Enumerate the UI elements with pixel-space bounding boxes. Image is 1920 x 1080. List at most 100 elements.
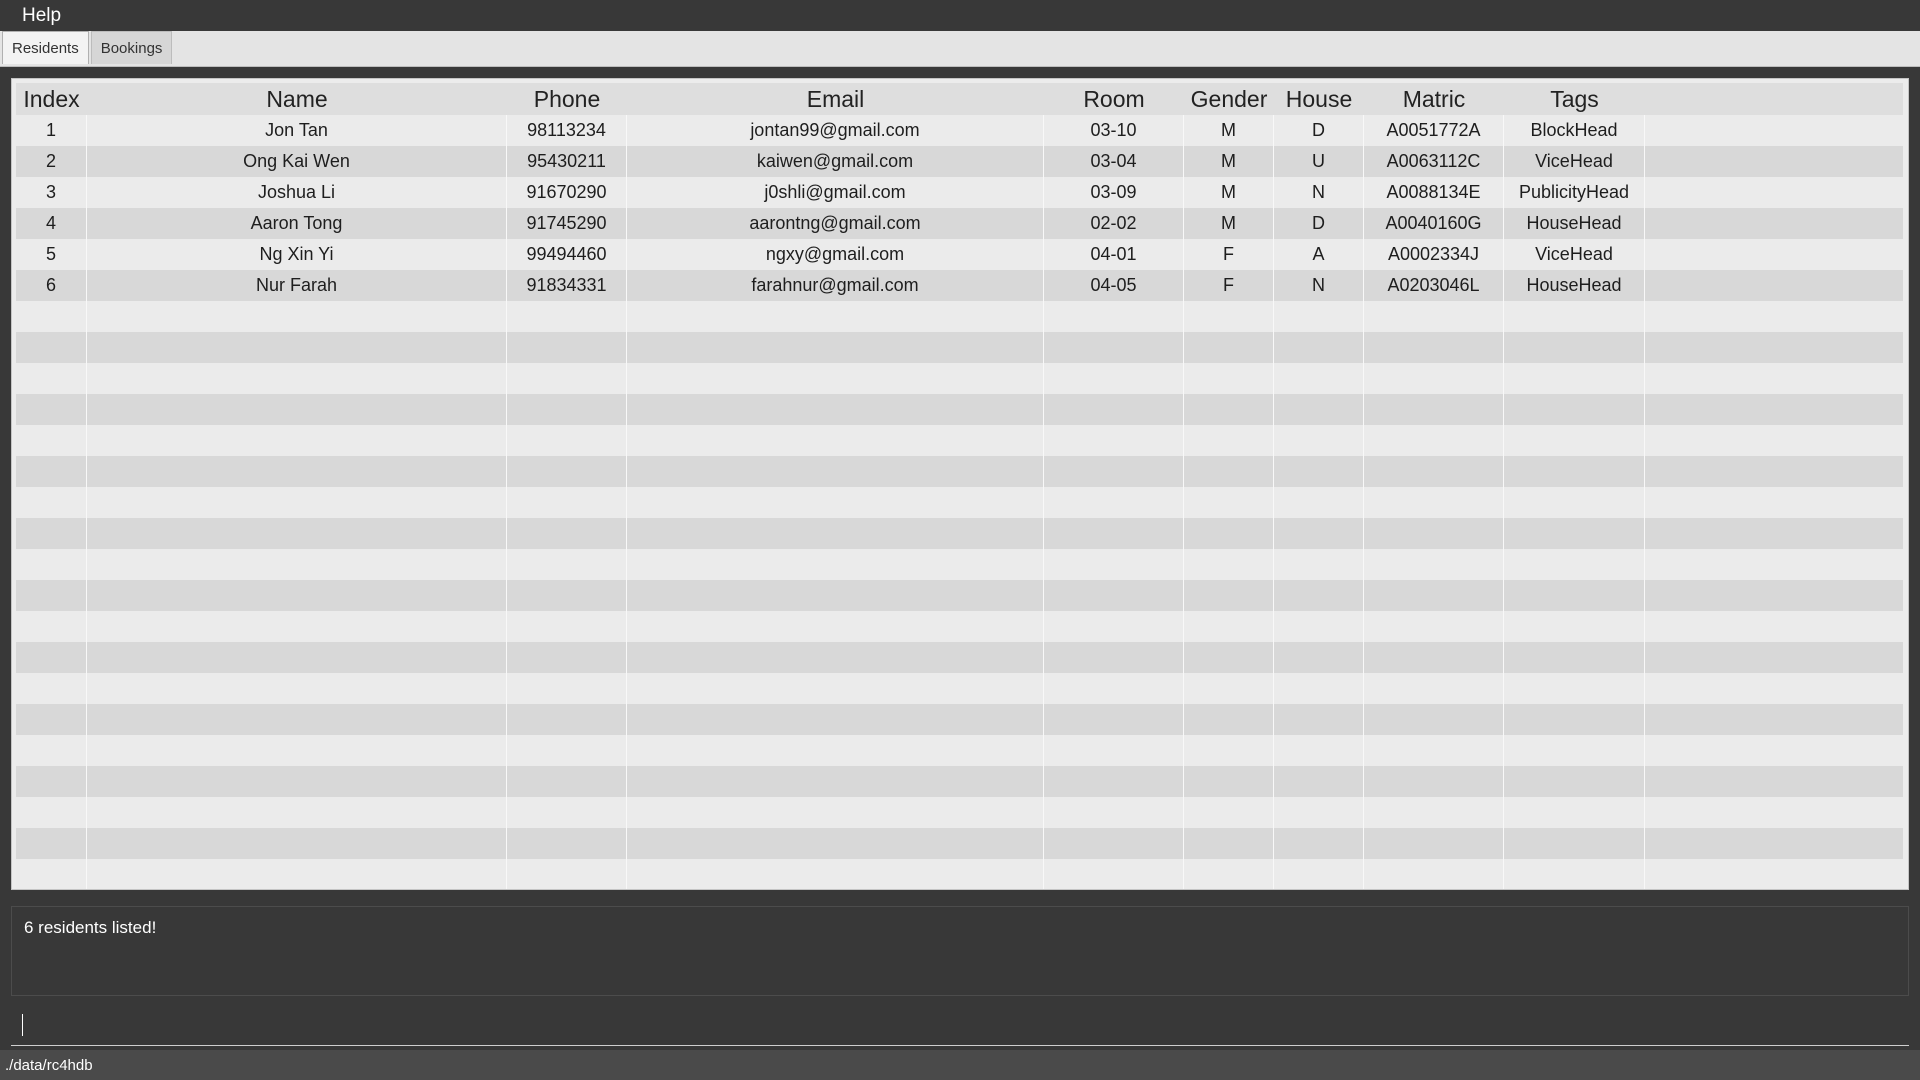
column-header-house[interactable]: House [1274, 83, 1364, 115]
empty-table-row [16, 363, 1903, 394]
cell-gender [1184, 859, 1274, 889]
table-row[interactable]: 5 Ng Xin Yi 99494460 ngxy@gmail.com 04-01 F A A… [16, 239, 1903, 270]
cell-phone [507, 549, 627, 580]
cell-house [1274, 673, 1364, 704]
cell-room [1044, 859, 1184, 889]
cell-gender [1184, 828, 1274, 859]
tab-residents[interactable]: Residents [2, 31, 89, 64]
column-header-room[interactable]: Room [1044, 83, 1184, 115]
cell-filler [1645, 766, 1903, 797]
cell-name [87, 735, 507, 766]
column-header-gender[interactable]: Gender [1184, 83, 1274, 115]
cell-email [627, 642, 1044, 673]
cell-matric [1364, 828, 1504, 859]
cell-gender [1184, 456, 1274, 487]
cell-tags: BlockHead [1504, 115, 1645, 146]
cell-index [16, 859, 87, 889]
table-row[interactable]: 2 Ong Kai Wen 95430211 kaiwen@gmail.com 03-0… [16, 146, 1903, 177]
cell-email: aarontng@gmail.com [627, 208, 1044, 239]
text-caret [22, 1014, 23, 1036]
table-row[interactable]: 4 Aaron Tong 91745290 aarontng@gmail.com 02-… [16, 208, 1903, 239]
empty-table-row [16, 549, 1903, 580]
cell-tags [1504, 673, 1645, 704]
cell-phone: 95430211 [507, 146, 627, 177]
cell-tags [1504, 611, 1645, 642]
command-input[interactable] [11, 1006, 1909, 1044]
column-header-name[interactable]: Name [87, 83, 507, 115]
cell-phone [507, 828, 627, 859]
cell-tags [1504, 580, 1645, 611]
cell-index [16, 797, 87, 828]
cell-filler [1645, 177, 1903, 208]
cell-name: Aaron Tong [87, 208, 507, 239]
cell-matric [1364, 735, 1504, 766]
cell-house [1274, 642, 1364, 673]
cell-email [627, 580, 1044, 611]
column-header-tags[interactable]: Tags [1504, 83, 1645, 115]
cell-email [627, 766, 1044, 797]
cell-phone [507, 332, 627, 363]
cell-email [627, 487, 1044, 518]
cell-matric [1364, 673, 1504, 704]
tab-bookings[interactable]: Bookings [90, 31, 173, 64]
cell-gender: M [1184, 146, 1274, 177]
empty-table-row [16, 580, 1903, 611]
column-header-phone[interactable]: Phone [507, 83, 627, 115]
data-file-path: ./data/rc4hdb [5, 1056, 93, 1074]
cell-filler [1645, 425, 1903, 456]
cell-matric [1364, 487, 1504, 518]
cell-tags [1504, 456, 1645, 487]
cell-tags [1504, 797, 1645, 828]
column-header-email[interactable]: Email [627, 83, 1044, 115]
cell-index [16, 704, 87, 735]
cell-email: jontan99@gmail.com [627, 115, 1044, 146]
cell-phone [507, 704, 627, 735]
empty-table-row [16, 518, 1903, 549]
cell-gender [1184, 363, 1274, 394]
cell-phone [507, 301, 627, 332]
cell-index [16, 518, 87, 549]
cell-email: ngxy@gmail.com [627, 239, 1044, 270]
cell-gender [1184, 580, 1274, 611]
cell-house: A [1274, 239, 1364, 270]
empty-table-row [16, 859, 1903, 889]
empty-table-row [16, 456, 1903, 487]
cell-room: 04-05 [1044, 270, 1184, 301]
cell-index [16, 735, 87, 766]
cell-name: Jon Tan [87, 115, 507, 146]
cell-email [627, 673, 1044, 704]
cell-email [627, 456, 1044, 487]
table-row[interactable]: 3 Joshua Li 91670290 j0shli@gmail.com 03-09 M… [16, 177, 1903, 208]
cell-name [87, 642, 507, 673]
cell-index [16, 332, 87, 363]
cell-tags [1504, 704, 1645, 735]
empty-table-row [16, 301, 1903, 332]
cell-tags [1504, 394, 1645, 425]
table-row[interactable]: 6 Nur Farah 91834331 farahnur@gmail.com 04-0… [16, 270, 1903, 301]
cell-tags: HouseHead [1504, 208, 1645, 239]
cell-house [1274, 518, 1364, 549]
cell-room [1044, 797, 1184, 828]
column-header-index[interactable]: Index [16, 83, 87, 115]
table-row[interactable]: 1 Jon Tan 98113234 jontan99@gmail.com 03-10 M… [16, 115, 1903, 146]
cell-index: 4 [16, 208, 87, 239]
cell-matric: A0002334J [1364, 239, 1504, 270]
cell-house [1274, 425, 1364, 456]
cell-filler [1645, 487, 1903, 518]
cell-house [1274, 456, 1364, 487]
cell-matric [1364, 332, 1504, 363]
cell-gender [1184, 797, 1274, 828]
cell-filler [1645, 456, 1903, 487]
cell-email: j0shli@gmail.com [627, 177, 1044, 208]
cell-name: Nur Farah [87, 270, 507, 301]
empty-table-row [16, 828, 1903, 859]
column-header-matric[interactable]: Matric [1364, 83, 1504, 115]
cell-tags [1504, 549, 1645, 580]
cell-gender [1184, 704, 1274, 735]
empty-table-row [16, 611, 1903, 642]
cell-filler [1645, 270, 1903, 301]
cell-tags [1504, 301, 1645, 332]
empty-table-row [16, 735, 1903, 766]
menu-help[interactable]: Help [18, 5, 65, 27]
cell-filler [1645, 363, 1903, 394]
